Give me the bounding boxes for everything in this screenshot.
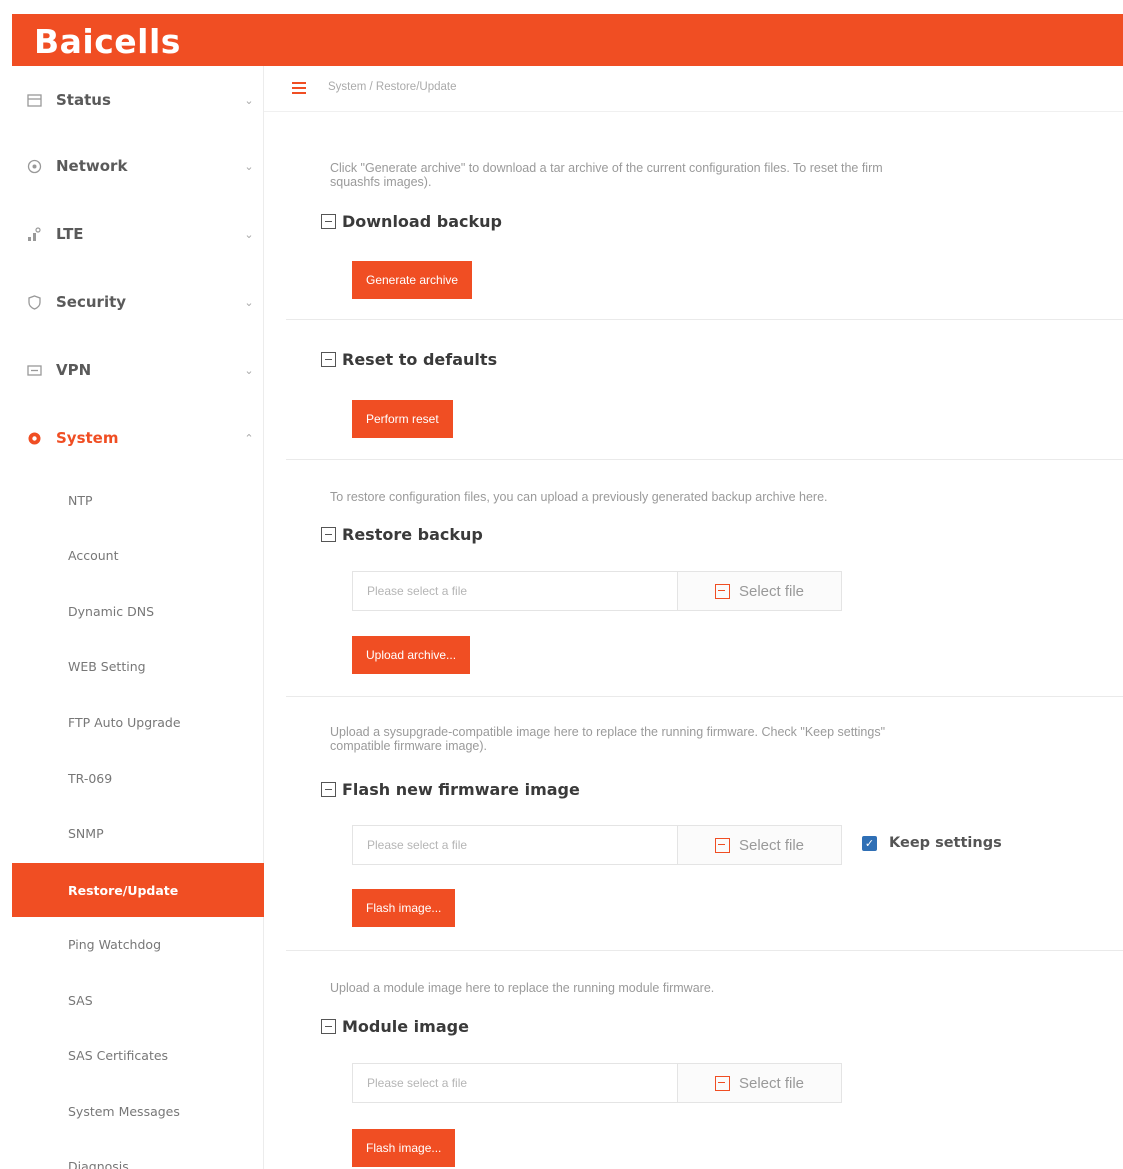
- sidebar-item-lte[interactable]: LTE ⌄: [12, 200, 264, 268]
- sidebar-subitem-diagnosis[interactable]: Diagnosis: [12, 1139, 264, 1169]
- module-flash-image-button[interactable]: Flash image...: [352, 1129, 456, 1167]
- sidebar-subitem-snmp[interactable]: SNMP: [12, 806, 264, 861]
- sidebar-subitem-restore-update[interactable]: Restore/Update: [12, 863, 264, 917]
- breadcrumb-bar: System / Restore/Update: [264, 66, 1123, 112]
- status-icon: [26, 92, 42, 108]
- file-select-icon: [714, 583, 730, 599]
- sidebar-item-label: Status: [56, 91, 111, 109]
- reset-defaults-title[interactable]: Reset to defaults: [321, 350, 497, 369]
- flash-firmware-title[interactable]: Flash new firmware image: [321, 780, 580, 799]
- collapse-icon: [321, 1019, 336, 1034]
- sidebar-item-vpn[interactable]: VPN ⌄: [12, 336, 264, 404]
- lte-icon: [26, 226, 42, 242]
- keep-settings-checkbox[interactable]: ✓: [862, 835, 877, 851]
- section-title-text: Flash new firmware image: [342, 780, 580, 799]
- keep-settings-label: Keep settings: [889, 835, 1002, 851]
- sidebar-item-network[interactable]: Network ⌄: [12, 132, 264, 200]
- baicells-logo[interactable]: Baicells: [34, 22, 181, 61]
- sidebar-subitem-tr-069[interactable]: TR-069: [12, 751, 264, 806]
- reset-defaults-section: Reset to defaults Perform reset: [286, 319, 1123, 459]
- sidebar-subitem-web-setting[interactable]: WEB Setting: [12, 639, 264, 694]
- collapse-icon: [321, 527, 336, 542]
- chevron-down-icon: ⌄: [244, 228, 254, 241]
- sidebar: Status ⌄ Network ⌄ LTE ⌄ Security ⌄ VPN …: [12, 66, 264, 1169]
- sidebar-subitem-ftp-auto-upgrade[interactable]: FTP Auto Upgrade: [12, 695, 264, 750]
- sidebar-item-label: LTE: [56, 225, 84, 243]
- sidebar-subitem-sas-certificates[interactable]: SAS Certificates: [12, 1028, 264, 1083]
- shield-icon: [26, 294, 42, 310]
- sidebar-subitem-dynamic-dns[interactable]: Dynamic DNS: [12, 584, 264, 639]
- download-backup-title[interactable]: Download backup: [321, 212, 502, 231]
- section-title-text: Reset to defaults: [342, 350, 498, 369]
- network-icon: [26, 158, 42, 174]
- sidebar-subitem-ntp[interactable]: NTP: [12, 473, 264, 528]
- section-title-text: Module image: [342, 1017, 469, 1036]
- flash-description-line2: compatible firmware image).: [330, 739, 487, 753]
- module-image-title[interactable]: Module image: [321, 1017, 469, 1036]
- restore-backup-title[interactable]: Restore backup: [321, 525, 483, 544]
- flash-image-button[interactable]: Flash image...: [352, 889, 456, 927]
- module-description: Upload a module image here to replace th…: [330, 981, 715, 995]
- select-file-button[interactable]: Select file: [678, 572, 841, 610]
- select-file-button[interactable]: Select file: [678, 1064, 841, 1102]
- collapse-icon: [321, 782, 336, 797]
- select-file-label: Select file: [738, 836, 805, 854]
- sidebar-item-status[interactable]: Status ⌄: [12, 66, 264, 134]
- chevron-down-icon: ⌄: [244, 296, 254, 309]
- download-description-line1: Click "Generate archive" to download a t…: [330, 161, 883, 175]
- file-select-icon: [714, 837, 730, 853]
- sidebar-item-label: System: [56, 429, 119, 447]
- collapse-icon: [321, 214, 336, 229]
- restore-backup-section: To restore configuration files, you can …: [286, 459, 1123, 696]
- select-file-button[interactable]: Select file: [678, 826, 841, 864]
- file-placeholder[interactable]: Please select a file: [353, 826, 678, 864]
- generate-archive-button[interactable]: Generate archive: [352, 261, 473, 299]
- module-image-section: Upload a module image here to replace th…: [286, 950, 1123, 1169]
- sidebar-item-label: Network: [56, 157, 128, 175]
- section-title-text: Download backup: [342, 212, 502, 231]
- sidebar-item-label: VPN: [56, 361, 92, 379]
- restore-file-input[interactable]: Please select a file Select file: [352, 571, 842, 611]
- select-file-label: Select file: [738, 1074, 805, 1092]
- file-select-icon: [714, 1075, 730, 1091]
- sidebar-subitem-ping-watchdog[interactable]: Ping Watchdog: [12, 917, 264, 972]
- flash-firmware-section: Upload a sysupgrade-compatible image her…: [286, 696, 1123, 950]
- sidebar-item-label: Security: [56, 293, 127, 311]
- sidebar-subitem-system-messages[interactable]: System Messages: [12, 1084, 264, 1139]
- select-file-label: Select file: [738, 582, 805, 600]
- file-placeholder[interactable]: Please select a file: [353, 572, 678, 610]
- sidebar-item-system[interactable]: System ⌃: [12, 404, 264, 472]
- breadcrumb: System / Restore/Update: [328, 81, 457, 93]
- upload-archive-button[interactable]: Upload archive...: [352, 636, 471, 674]
- keep-settings-option[interactable]: ✓ Keep settings: [862, 835, 1002, 851]
- top-header: Baicells: [12, 14, 1123, 66]
- sidebar-subitem-account[interactable]: Account: [12, 528, 264, 583]
- file-placeholder[interactable]: Please select a file: [353, 1064, 678, 1102]
- chevron-up-icon: ⌃: [244, 432, 254, 445]
- gear-icon: [26, 430, 42, 446]
- menu-icon[interactable]: [292, 82, 306, 94]
- collapse-icon: [321, 352, 336, 367]
- module-file-input[interactable]: Please select a file Select file: [352, 1063, 842, 1103]
- perform-reset-button[interactable]: Perform reset: [352, 400, 453, 438]
- section-title-text: Restore backup: [342, 525, 483, 544]
- flash-description-line1: Upload a sysupgrade-compatible image her…: [330, 725, 886, 739]
- download-backup-section: Click "Generate archive" to download a t…: [286, 144, 1123, 319]
- chevron-down-icon: ⌄: [244, 94, 254, 107]
- vpn-icon: [26, 362, 42, 378]
- restore-description: To restore configuration files, you can …: [330, 490, 828, 504]
- chevron-down-icon: ⌄: [244, 160, 254, 173]
- sidebar-subitem-sas[interactable]: SAS: [12, 973, 264, 1028]
- firmware-file-input[interactable]: Please select a file Select file: [352, 825, 842, 865]
- sidebar-item-security[interactable]: Security ⌄: [12, 268, 264, 336]
- chevron-down-icon: ⌄: [244, 364, 254, 377]
- download-description-line2: squashfs images).: [330, 175, 432, 189]
